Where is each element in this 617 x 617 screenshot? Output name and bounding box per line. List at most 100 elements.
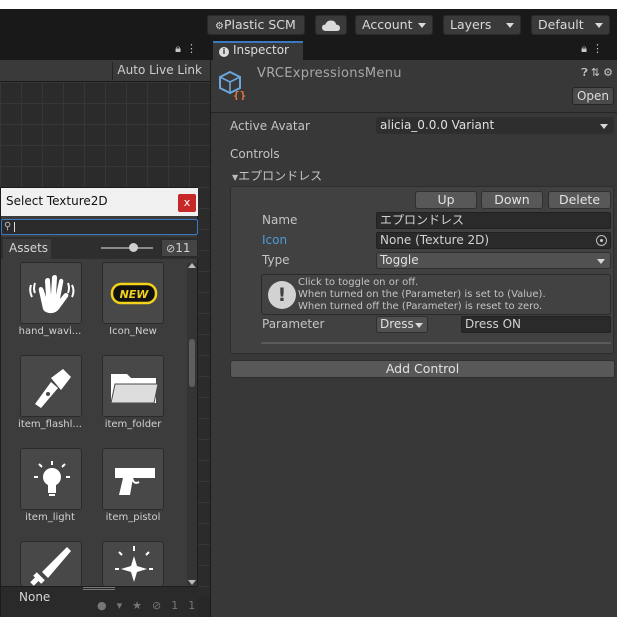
gear-icon[interactable]: ⚙ [603, 66, 616, 79]
inspector-tab-label: Inspector [233, 43, 289, 57]
parameter-dropdown[interactable]: Dress [376, 316, 428, 333]
asset-tile-folder[interactable] [102, 355, 164, 417]
help-line: When turned on the (Parameter) is set to… [298, 289, 546, 300]
asset-tile-pistol[interactable] [102, 448, 164, 510]
asset-tile-flashlight[interactable] [20, 355, 82, 417]
name-label: Name [262, 213, 298, 227]
auto-live-link-button[interactable]: Auto Live Link [112, 62, 206, 80]
asset-tile-light[interactable] [20, 448, 82, 510]
sword-icon [30, 547, 71, 586]
lock-menu-icons[interactable]: 🔒︎⋮ [175, 42, 202, 56]
asset-label: item_light [25, 512, 75, 523]
asset-tile-sparkle[interactable] [102, 541, 164, 586]
object-picker-icon[interactable] [596, 235, 607, 246]
asset-label: item_pistol [105, 512, 161, 523]
cloud-icon [322, 20, 340, 31]
chevron-down-icon [600, 124, 608, 129]
scriptable-object-icon: {} [219, 70, 246, 100]
tab-assets[interactable]: Assets [3, 239, 51, 259]
footer-icons: ●▾★⊘11 [97, 599, 206, 612]
chevron-down-icon [597, 259, 605, 264]
help-box: ! Click to toggle on or off. When turned… [261, 274, 611, 315]
thumbnail-size-slider[interactable] [101, 247, 153, 249]
icon-field-value: None (Texture 2D) [380, 233, 490, 247]
controls-label: Controls [230, 147, 280, 161]
icon-field[interactable]: None (Texture 2D) [376, 232, 611, 249]
active-avatar-dropdown[interactable]: alicia_0.0.0 Variant [376, 117, 614, 134]
svg-text:{}: {} [233, 89, 246, 100]
sparkle-wand-icon [115, 546, 153, 582]
type-dropdown[interactable]: Toggle [376, 252, 611, 269]
scene-subtoolbar: Auto Live Link [0, 60, 210, 82]
close-icon: x [183, 196, 191, 209]
window-top-strip [0, 0, 617, 9]
light-bulb-icon [34, 461, 70, 496]
lock-menu-icons[interactable]: 🔒︎⋮ [581, 42, 608, 56]
up-button[interactable]: Up [415, 191, 477, 209]
resize-grip[interactable] [83, 587, 115, 590]
object-title: VRCExpressionsMenu [257, 66, 402, 81]
parameter-name-field[interactable]: Dress ON [461, 316, 611, 333]
slider-handle[interactable] [129, 243, 138, 252]
asset-label: item_flashl... [18, 419, 82, 430]
text-cursor [14, 222, 15, 232]
picker-footer: None ●▾★⊘11 [1, 586, 198, 617]
delete-button[interactable]: Delete [548, 191, 611, 209]
inspector-tab-bar: i Inspector 🔒︎⋮ [211, 41, 617, 60]
account-dropdown[interactable]: Account [355, 15, 433, 35]
inspector-panel: i Inspector 🔒︎⋮ {} VRCExpressionsMenu ❓︎⇅… [210, 41, 617, 617]
active-avatar-label: Active Avatar [230, 119, 310, 133]
help-icon[interactable]: ❓︎ [581, 66, 591, 79]
chevron-down-icon [506, 23, 514, 28]
account-label: Account [362, 17, 413, 32]
picker-title: Select Texture2D [6, 194, 108, 208]
new-badge-text: NEW [120, 288, 150, 301]
name-field[interactable]: エプロンドレス [376, 212, 611, 229]
control-foldout-label: エプロンドレス [238, 169, 323, 183]
parameter-value: Dress [380, 317, 414, 331]
close-button[interactable]: x [178, 194, 196, 212]
parameter-label: Parameter [262, 317, 325, 331]
layout-dropdown[interactable]: Default [531, 15, 610, 35]
asset-tile-icon-new[interactable]: NEW [102, 262, 164, 324]
picker-title-bar[interactable]: Select Texture2D x [1, 188, 198, 216]
presets-icon[interactable]: ⇅ [591, 66, 603, 79]
scene-tab-bar: 🔒︎⋮ [0, 41, 210, 60]
selected-none-label: None [19, 590, 51, 604]
icon-label: Icon [262, 233, 287, 247]
type-label: Type [262, 253, 290, 267]
header-icons[interactable]: ❓︎⇅⚙ [581, 66, 616, 80]
cloud-button[interactable] [315, 15, 347, 35]
active-avatar-value: alicia_0.0.0 Variant [380, 118, 495, 132]
pistol-icon [115, 468, 155, 495]
info-icon: i [219, 47, 229, 57]
select-texture-window: Select Texture2D x ⚲ Assets ⊘11 hand_wav… [0, 187, 198, 617]
icon-label-text: Icon [262, 233, 288, 247]
add-control-button[interactable]: Add Control [230, 360, 615, 378]
scroll-down-icon[interactable] [188, 580, 196, 585]
chevron-down-icon [595, 23, 603, 28]
visibility-count-toggle[interactable]: ⊘11 [161, 239, 198, 257]
help-line: Click to toggle on or off. [298, 277, 419, 288]
editor-toolbar: ⚙Plastic SCM Account Layers Default [0, 9, 617, 41]
scroll-thumb[interactable] [189, 339, 195, 387]
plastic-scm-button[interactable]: ⚙Plastic SCM [207, 15, 305, 35]
asset-tile-hand-wave[interactable] [20, 262, 82, 324]
search-input[interactable]: ⚲ [1, 219, 198, 235]
control-foldout[interactable]: ▼エプロンドレス [232, 167, 322, 184]
scroll-up-icon[interactable] [188, 263, 196, 268]
down-button[interactable]: Down [481, 191, 543, 209]
tab-inspector[interactable]: i Inspector [213, 41, 303, 60]
flashlight-icon [35, 369, 71, 408]
open-button[interactable]: Open [572, 87, 614, 105]
layers-label: Layers [450, 17, 492, 32]
eye-slash-icon: ⊘ [166, 242, 176, 255]
control-box: Up Down Delete Name エプロンドレス Icon None (T… [230, 186, 614, 354]
asset-tile-sword[interactable] [20, 541, 82, 586]
plastic-scm-icon: ⚙ [215, 21, 224, 32]
unity-editor: ⚙Plastic SCM Account Layers Default 🔒︎⋮ … [0, 0, 617, 617]
layers-dropdown[interactable]: Layers [443, 15, 521, 35]
exclamation-icon: ! [268, 281, 296, 309]
picker-scrollbar[interactable] [187, 263, 197, 585]
folder-icon [110, 374, 159, 404]
